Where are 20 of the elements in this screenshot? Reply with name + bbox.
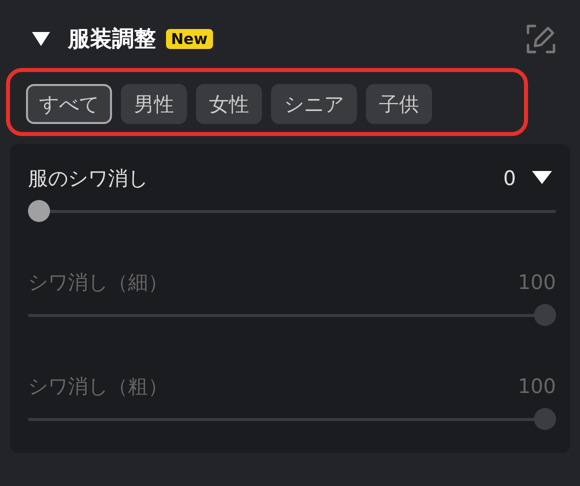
slider-value: 100 [518,374,556,398]
slider-label: 服のシワ消し [28,164,148,192]
slider-value: 0 [503,166,516,190]
filter-chip[interactable]: シニア [271,84,357,124]
edit-icon[interactable] [526,24,556,54]
slider[interactable] [28,408,556,430]
collapse-triangle-icon[interactable] [32,32,50,46]
slider[interactable] [28,304,556,326]
section-title: 服装調整 [68,26,156,54]
new-badge: New [166,29,213,49]
slider-label: シワ消し（細） [28,268,168,296]
filter-chip[interactable]: すべて [26,84,112,124]
slider-label: シワ消し（粗） [28,372,168,400]
slider-value: 100 [518,270,556,294]
filter-chip[interactable]: 子供 [366,84,432,124]
slider[interactable] [28,200,556,222]
filter-chip[interactable]: 女性 [196,84,262,124]
slider-thumb[interactable] [28,200,50,222]
filter-chip[interactable]: 男性 [121,84,187,124]
dropdown-triangle-icon[interactable] [532,171,552,185]
